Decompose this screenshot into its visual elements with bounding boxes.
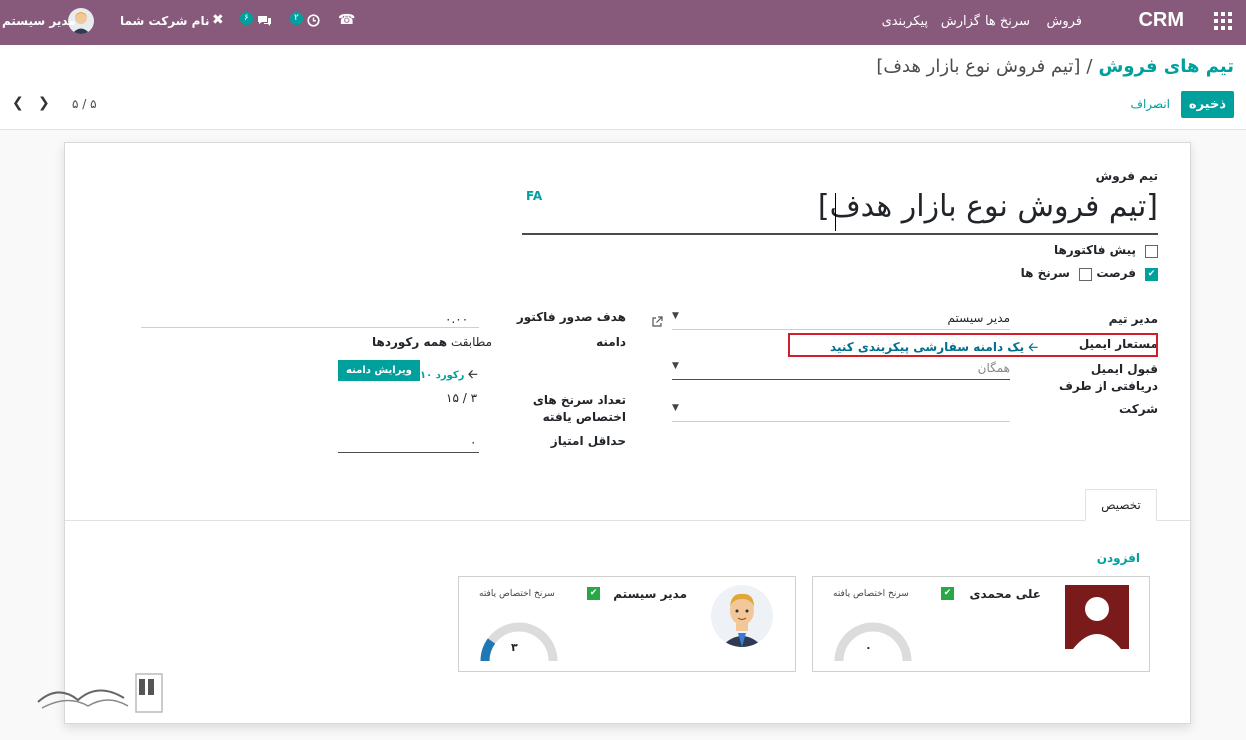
domain-label: دامنه xyxy=(596,335,626,349)
member-active-checkbox[interactable]: ✔ xyxy=(941,587,954,600)
debug-tools-icon[interactable]: ✖ xyxy=(212,12,224,28)
chevron-left-icon[interactable]: ❮ xyxy=(12,95,24,111)
caret-down-icon: ▼ xyxy=(672,361,679,371)
company-select[interactable]: ▼ xyxy=(672,400,1010,422)
apps-menu-icon[interactable] xyxy=(1214,12,1232,30)
breadcrumb-parent[interactable]: تیم های فروش xyxy=(1098,56,1234,77)
team-leader-value: مدیر سیستم xyxy=(947,311,1011,325)
arrow-left-icon: 🡠 xyxy=(467,367,478,381)
phone-icon[interactable]: ☎ xyxy=(338,12,355,28)
accept-emails-label: قبول ایمیل دریافتی از طرف xyxy=(1058,362,1158,393)
domain-match: مطابقت همه رکوردها xyxy=(372,335,492,349)
text-caret xyxy=(835,193,836,231)
member-avatar xyxy=(711,585,773,647)
save-button[interactable]: ذخیره xyxy=(1180,91,1234,118)
accept-emails-select[interactable]: ▼ همگان xyxy=(672,358,1010,380)
member-card[interactable]: مدیر سیستم ✔ سرنخ اختصاص یافته ۳ xyxy=(458,576,796,672)
member-caption: سرنخ اختصاص یافته xyxy=(833,589,909,599)
add-member-link[interactable]: افزودن xyxy=(1097,551,1140,565)
member-active-checkbox[interactable]: ✔ xyxy=(587,587,600,600)
menu-reporting[interactable]: گزارش xyxy=(941,14,980,29)
top-navbar: CRM فروش سرنخ ها گزارش پیکربندی ☎ ۲ ۶ ✖ … xyxy=(0,0,1246,45)
invoicing-target-label: هدف صدور فاکتور xyxy=(516,310,626,324)
minimum-score-underline xyxy=(338,452,479,453)
tab-divider xyxy=(65,520,1192,521)
member-card[interactable]: علی محمدی ✔ سرنخ اختصاص یافته ۰ xyxy=(812,576,1150,672)
team-leader-label: مدیر تیم xyxy=(1108,312,1158,326)
team-name-input[interactable]: [تیم فروش نوع بازار هدف] FA xyxy=(522,189,1158,235)
menu-leads[interactable]: سرنخ ها xyxy=(985,14,1030,29)
activity-count-badge: ۲ xyxy=(290,12,303,25)
assigned-leads-value: ۳ / ۱۵ xyxy=(446,391,478,405)
leads-label: سرنخ ها xyxy=(1020,266,1070,280)
opportunities-label: فرصت xyxy=(1096,266,1136,280)
member-photo xyxy=(1065,585,1129,649)
user-name[interactable]: مدیر سیستم xyxy=(2,14,76,28)
invoicing-target-value[interactable]: ۰.۰۰ xyxy=(445,312,468,326)
breadcrumb-separator: / xyxy=(1086,56,1093,77)
member-gauge xyxy=(834,622,912,661)
external-link-icon[interactable] xyxy=(651,313,663,327)
team-leader-select[interactable]: ▼ مدیر سیستم xyxy=(672,308,1010,330)
chevron-right-icon[interactable]: ❯ xyxy=(38,95,50,111)
configure-domain-text: یک دامنه سفارشی پیکربندی کنید xyxy=(830,340,1025,354)
minimum-score-value[interactable]: ۰ xyxy=(470,435,476,449)
activity-icon[interactable]: ۲ xyxy=(290,12,320,28)
menu-configuration[interactable]: پیکربندی xyxy=(882,14,928,29)
messages-count-badge: ۶ xyxy=(240,12,253,25)
messages-icon[interactable]: ۶ xyxy=(240,12,272,28)
edit-domain-button[interactable]: ویرایش دامنه xyxy=(338,360,420,381)
breadcrumb-current: [تیم فروش نوع بازار هدف] xyxy=(876,56,1081,77)
member-gauge xyxy=(480,622,558,661)
company-switcher[interactable]: نام شرکت شما xyxy=(120,14,209,28)
breadcrumb: تیم های فروش/[تیم فروش نوع بازار هدف] xyxy=(876,56,1234,77)
domain-records-count: ۱۰ رکورد xyxy=(420,370,465,381)
accept-emails-value: همگان xyxy=(977,361,1010,375)
domain-match-prefix: مطابقت xyxy=(450,335,493,349)
pager-value[interactable]: ۵ / ۵ xyxy=(72,97,97,111)
domain-match-value: همه رکوردها xyxy=(372,335,448,349)
domain-records-link[interactable]: ۱۰ رکورد 🡠 xyxy=(420,365,478,386)
form-sheet: تیم فروش [تیم فروش نوع بازار هدف] FA پیش… xyxy=(64,142,1192,724)
member-gauge-value: ۳ xyxy=(511,641,518,654)
minimum-score-label: حداقل امتیاز xyxy=(550,434,626,448)
watermark-logo xyxy=(37,673,163,713)
invoicing-target-underline xyxy=(141,327,479,328)
team-name-value: [تیم فروش نوع بازار هدف] xyxy=(817,189,1158,224)
menu-sales[interactable]: فروش xyxy=(1046,14,1082,29)
member-name: علی محمدی xyxy=(969,587,1041,601)
member-caption: سرنخ اختصاص یافته xyxy=(479,589,555,599)
tab-assignment[interactable]: تخصیص xyxy=(1085,489,1157,521)
member-gauge-value: ۰ xyxy=(865,641,872,654)
quotations-checkbox[interactable] xyxy=(1145,245,1158,258)
app-brand[interactable]: CRM xyxy=(1138,9,1184,32)
discard-button[interactable]: انصراف xyxy=(1131,97,1170,111)
quotations-label: پیش فاکتورها xyxy=(1053,243,1136,257)
leads-checkbox[interactable] xyxy=(1079,268,1092,281)
configure-domain-link[interactable]: 🡠 یک دامنه سفارشی پیکربندی کنید xyxy=(830,338,1038,359)
title-label: تیم فروش xyxy=(1095,169,1158,183)
caret-down-icon: ▼ xyxy=(672,403,679,413)
member-name: مدیر سیستم xyxy=(613,587,687,601)
language-tag[interactable]: FA xyxy=(526,189,542,203)
assigned-leads-label: تعداد سرنخ های اختصاص یافته xyxy=(532,393,626,424)
company-label: شرکت xyxy=(1119,402,1158,416)
caret-down-icon: ▼ xyxy=(672,311,679,321)
opportunities-checkbox[interactable]: ✔ xyxy=(1145,268,1158,281)
